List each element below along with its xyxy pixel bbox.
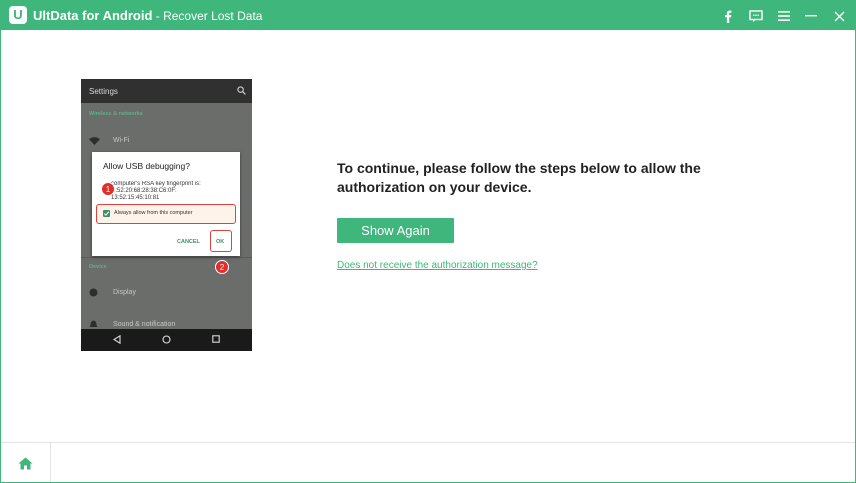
dialog-cancel-label: CANCEL <box>177 239 200 245</box>
wifi-icon <box>89 137 100 145</box>
step-badge-2: 2 <box>215 260 229 274</box>
facebook-icon <box>725 10 732 23</box>
instruction-text: To continue, please follow the steps bel… <box>337 160 701 195</box>
home-circle-icon <box>162 335 171 344</box>
feedback-icon <box>749 9 763 22</box>
always-allow-highlight: Always allow from this computer <box>96 204 236 224</box>
always-allow-label: Always allow from this computer <box>114 210 193 216</box>
facebook-button[interactable] <box>717 5 739 27</box>
recents-icon <box>212 335 220 343</box>
checkbox-checked-icon <box>103 210 110 217</box>
authorization-help-link[interactable]: Does not receive the authorization messa… <box>337 260 538 271</box>
app-title: UltData for Android - Recover Lost Data <box>33 8 262 23</box>
app-window: U UltData for Android - Recover Lost Dat… <box>0 0 856 483</box>
title-bar: U UltData for Android - Recover Lost Dat… <box>1 1 855 30</box>
phone-section-device: Device <box>89 264 107 270</box>
feedback-button[interactable] <box>745 5 767 27</box>
phone-settings-title: Settings <box>89 87 118 96</box>
phone-row-display: Display <box>113 289 136 296</box>
menu-button[interactable] <box>773 5 795 27</box>
dialog-title: Allow USB debugging? <box>103 161 190 171</box>
home-button[interactable] <box>1 443 51 482</box>
display-icon <box>89 288 98 297</box>
close-icon <box>834 11 844 21</box>
step-badge-1: 1 <box>101 182 115 196</box>
menu-icon <box>778 11 790 21</box>
show-again-button[interactable]: Show Again <box>337 218 454 243</box>
app-subtitle: - Recover Lost Data <box>152 9 263 23</box>
dialog-fingerprint-text: computer's RSA key fingerprint is: C:52:… <box>111 181 236 202</box>
phone-row-sound: Sound & notification <box>113 321 176 328</box>
bottom-bar <box>1 442 855 482</box>
back-icon <box>113 335 121 344</box>
home-icon <box>18 457 33 469</box>
usb-debugging-dialog: Allow USB debugging? computer's RSA key … <box>92 152 240 256</box>
phone-divider <box>81 257 252 258</box>
fingerprint-line-3: 13:52:15:45:10:81 <box>111 195 160 201</box>
bell-icon <box>89 320 98 327</box>
app-name: UltData for Android <box>33 8 153 23</box>
minimize-icon <box>805 15 817 17</box>
phone-row-wifi: Wi-Fi <box>113 137 130 144</box>
search-icon <box>237 86 246 95</box>
fingerprint-line-2: C:52:20:68:28:38:C6:0F: <box>111 188 177 194</box>
close-button[interactable] <box>828 5 850 27</box>
app-logo-icon: U <box>9 6 27 24</box>
dialog-ok-label: OK <box>216 239 225 245</box>
minimize-button[interactable] <box>800 5 822 27</box>
phone-nav-bar <box>81 329 252 351</box>
phone-section-wireless: Wireless & networks <box>89 111 143 117</box>
fingerprint-line-1: computer's RSA key fingerprint is: <box>111 181 201 187</box>
